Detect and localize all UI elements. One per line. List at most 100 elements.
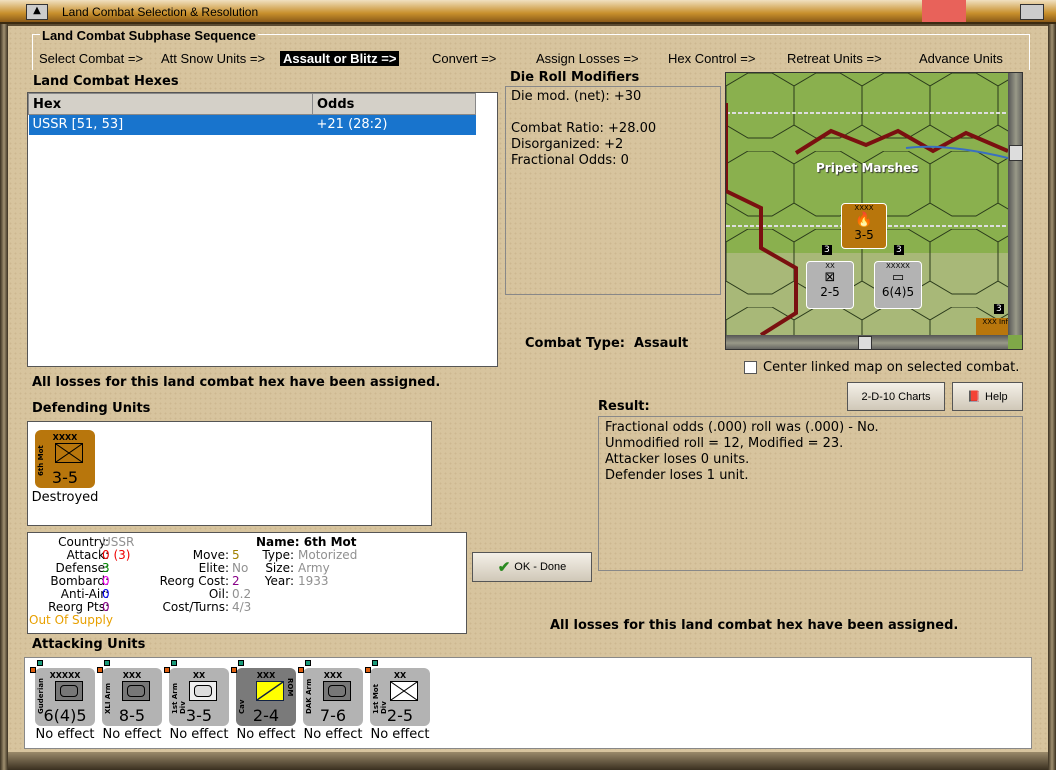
result-title: Result:	[598, 399, 650, 414]
status-dot	[305, 660, 311, 666]
vscroll-thumb[interactable]	[1009, 145, 1022, 161]
odds-cell: +21 (28:2)	[312, 114, 476, 135]
cost-turns-value: 4/3	[232, 600, 252, 614]
attacker-counter[interactable]: XX 1st Arm Div 3-5	[169, 668, 229, 726]
defending-title: Defending Units	[32, 401, 151, 416]
motorized-icon	[55, 443, 83, 463]
combat-type: Combat Type: Assault	[525, 336, 688, 351]
attacker-counter[interactable]: XXXXX Guderian 6(4)5	[35, 668, 95, 726]
armor-icon	[189, 681, 217, 701]
step-assign-losses: Assign Losses =>	[536, 51, 639, 66]
step-retreat: Retreat Units =>	[787, 51, 882, 66]
armor-icon	[122, 681, 150, 701]
year-value: 1933	[298, 574, 329, 588]
title-bar[interactable]: ▲ Land Combat Selection & Resolution	[0, 0, 1056, 24]
unit-strength: 6(4)5	[881, 285, 915, 299]
mod-disorganized: Disorganized: +2	[511, 137, 624, 152]
result-box: Fractional odds (.000) roll was (.000) -…	[598, 416, 1023, 571]
col-hex[interactable]: Hex	[28, 93, 313, 115]
modifiers-title: Die Roll Modifiers	[510, 70, 640, 85]
losses-message-left: All losses for this land combat hex have…	[32, 375, 441, 390]
label: Cost/Turns:	[162, 600, 229, 614]
status-dot	[171, 660, 177, 666]
status-dot	[104, 660, 110, 666]
unit-strength: 2-4	[252, 706, 280, 725]
unit-size: XXXXX	[886, 262, 910, 270]
step-assault-blitz: Assault or Blitz =>	[280, 51, 400, 66]
frame-bottom	[8, 752, 1048, 770]
unit-size: XXX	[982, 318, 997, 326]
attacker-counter[interactable]: XXX DAK Arm 7-6	[303, 668, 363, 726]
status-dot	[97, 667, 103, 673]
hex-cell: USSR [51, 53]	[28, 114, 313, 135]
status-dot	[30, 667, 36, 673]
step-convert: Convert =>	[432, 51, 497, 66]
mod-net: Die mod. (net): +30	[511, 89, 642, 104]
map-attacker-counter[interactable]: XXXXX ▭ 6(4)5	[874, 261, 922, 309]
book-icon: 📕	[967, 391, 982, 403]
defender-counter[interactable]: XXXX 6th Mot 3-5	[35, 430, 95, 488]
collapse-icon[interactable]: ▲	[26, 4, 48, 20]
attack-value: 0	[102, 548, 110, 562]
armor-icon	[323, 681, 351, 701]
unit-strength: 8-5	[118, 706, 146, 725]
stack-badge: 3	[994, 304, 1004, 314]
attacker-status: No effect	[370, 727, 430, 742]
unit-strength: 6(4)5	[43, 706, 87, 725]
window-title: Land Combat Selection & Resolution	[62, 5, 259, 19]
table-row[interactable]: USSR [51, 53] +21 (28:2)	[28, 114, 476, 135]
unit-strength: 2-5	[386, 706, 414, 725]
unit-name: Inf	[999, 318, 1008, 326]
map-attacker-counter[interactable]: XX ⊠ 2-5	[806, 261, 854, 309]
motorized-infantry-icon	[390, 681, 418, 701]
ok-label: OK - Done	[514, 561, 567, 573]
ok-done-button[interactable]: ✔ OK - Done	[472, 552, 592, 582]
center-map-checkbox[interactable]	[744, 361, 757, 374]
map-defender-counter[interactable]: XXXX 🔥 3-5	[841, 203, 887, 249]
unit-strength: 3-5	[51, 468, 79, 487]
map-hscrollbar[interactable]	[726, 335, 1008, 349]
hscroll-thumb[interactable]	[858, 336, 872, 349]
infantry-icon: ⊠	[824, 270, 836, 285]
armor-icon	[55, 681, 83, 701]
result-line: Attacker loses 0 units.	[605, 452, 750, 467]
map-region-label: Pripet Marshes	[816, 161, 919, 175]
help-button[interactable]: 📕 Help	[952, 382, 1023, 411]
modifiers-box: Die mod. (net): +30 Combat Ratio: +28.00…	[505, 86, 721, 295]
status-dot	[365, 667, 371, 673]
status-dot	[372, 660, 378, 666]
label: Year:	[264, 574, 294, 588]
mod-fractional: Fractional Odds: 0	[511, 153, 629, 168]
col-odds[interactable]: Odds	[312, 93, 476, 115]
hexes-title: Land Combat Hexes	[33, 74, 179, 89]
step-hex-control: Hex Control =>	[668, 51, 756, 66]
armor-icon: ▭	[891, 270, 905, 285]
attacker-counter[interactable]: XX 1st Mot Div 2-5	[370, 668, 430, 726]
supply-status: Out Of Supply	[29, 613, 113, 627]
losses-message-right: All losses for this land combat hex have…	[550, 618, 959, 633]
combat-type-value: Assault	[634, 336, 689, 351]
step-att-snow: Att Snow Units =>	[161, 51, 266, 66]
stack-badge: 3	[894, 245, 904, 255]
unit-strength: 7-6	[319, 706, 347, 725]
attacker-counter[interactable]: XXX Cav ROM 2-4	[236, 668, 296, 726]
fire-icon: 🔥	[855, 212, 873, 228]
result-line: Fractional odds (.000) roll was (.000) -…	[605, 420, 879, 435]
checkmark-icon: ✔	[497, 559, 511, 576]
status-dot	[238, 660, 244, 666]
unit-strength: 3-5	[854, 228, 874, 242]
help-label: Help	[985, 390, 1008, 403]
step-select-combat: Select Combat =>	[39, 51, 144, 66]
window-control-icon[interactable]	[1020, 4, 1044, 20]
linked-map[interactable]: Pripet Marshes XXXX 🔥 3-5 3 3 XX ⊠ 2-5 XXXXX…	[725, 72, 1023, 350]
step-advance: Advance Units	[919, 51, 1003, 66]
center-map-label: Center linked map on selected combat.	[763, 360, 1020, 375]
unit-size: XXXX	[854, 204, 874, 212]
charts-button[interactable]: 2-D-10 Charts	[847, 382, 945, 411]
attacker-counter[interactable]: XXX XLI Arm 8-5	[102, 668, 162, 726]
defender-status: Destroyed	[31, 490, 99, 505]
attacking-title: Attacking Units	[32, 637, 146, 652]
map-vscrollbar[interactable]	[1008, 73, 1022, 335]
ussr-flag-icon	[922, 0, 966, 22]
status-dot	[37, 660, 43, 666]
